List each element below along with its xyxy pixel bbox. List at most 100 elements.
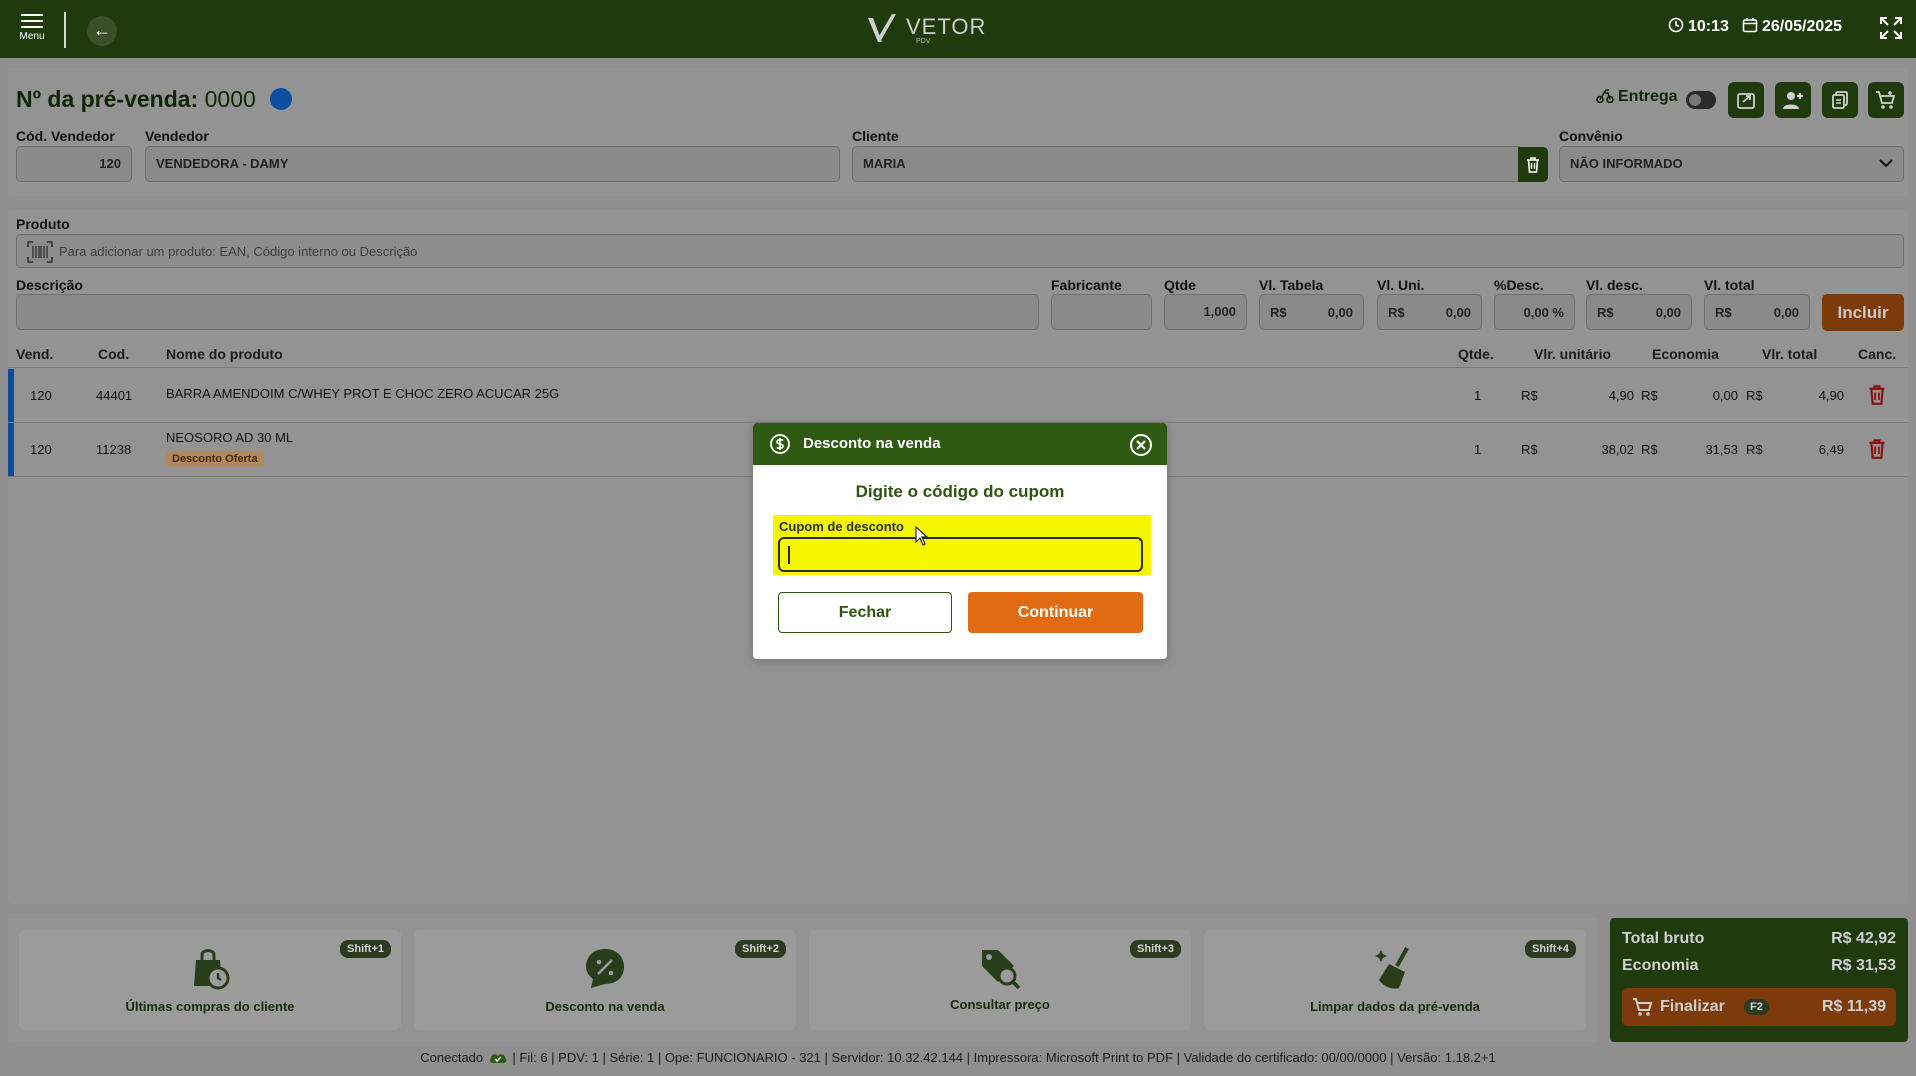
vl-desc-label: Vl. desc. xyxy=(1586,277,1643,293)
status-info: | Fil: 6 | PDV: 1 | Série: 1 | Ope: FUNC… xyxy=(512,1050,1496,1065)
status-bar: Conectado | Fil: 6 | PDV: 1 | Série: 1 |… xyxy=(0,1050,1916,1068)
row-marker xyxy=(8,423,14,476)
vendedor-field[interactable]: VENDEDORA - DAMY xyxy=(145,146,840,182)
hamburger-icon xyxy=(21,14,43,28)
totals-panel: Total bruto R$ 42,92 Economia R$ 31,53 F… xyxy=(1610,918,1908,1042)
cloud-connected-icon xyxy=(489,1051,507,1068)
convenio-select[interactable]: NÃO INFORMADO xyxy=(1559,146,1904,182)
close-icon[interactable] xyxy=(1129,433,1153,462)
clock-time: 10:13 xyxy=(1688,18,1729,35)
cell-nome: NEOSORO AD 30 ML xyxy=(166,430,294,445)
share-icon xyxy=(1737,93,1755,109)
convenio-value: NÃO INFORMADO xyxy=(1570,156,1683,171)
vl-uni-label: Vl. Uni. xyxy=(1377,277,1425,293)
delete-row-icon[interactable] xyxy=(1868,439,1886,464)
vl-uni-field[interactable]: R$ 0,00 xyxy=(1377,294,1482,330)
fabricante-label: Fabricante xyxy=(1051,277,1122,293)
copy-button[interactable] xyxy=(1822,82,1858,118)
col-cod: Cod. xyxy=(98,346,130,362)
economia-value: R$ 31,53 xyxy=(1831,957,1896,974)
cell-nome: BARRA AMENDOIM C/WHEY PROT E CHOC ZERO A… xyxy=(166,386,560,401)
cell-currency: R$ xyxy=(1521,442,1538,457)
continue-button[interactable]: Continuar xyxy=(968,592,1143,633)
product-search-placeholder: Para adicionar um produto: EAN, Código i… xyxy=(59,244,418,259)
product-search-input[interactable]: Para adicionar um produto: EAN, Código i… xyxy=(16,234,1904,268)
qtde-field[interactable]: 1,000 xyxy=(1164,294,1247,330)
clock-icon xyxy=(1668,17,1684,38)
currency-label: R$ xyxy=(1597,305,1614,320)
status-dot xyxy=(270,88,293,110)
vl-total-value: 0,00 xyxy=(1773,305,1799,320)
table-row[interactable]: 120 44401 BARRA AMENDOIM C/WHEY PROT E C… xyxy=(8,369,1908,423)
finalizar-shortcut: F2 xyxy=(1744,999,1769,1015)
shortcut-badge: Shift+2 xyxy=(735,940,786,958)
back-button[interactable]: ← xyxy=(87,16,117,46)
shortcut-badge: Shift+1 xyxy=(340,940,391,958)
add-user-button[interactable] xyxy=(1775,82,1811,118)
vl-tabela-field[interactable]: R$ 0,00 xyxy=(1259,294,1364,330)
row-marker xyxy=(8,369,14,422)
vl-desc-field[interactable]: R$ 0,00 xyxy=(1586,294,1692,330)
vl-desc-value: 0,00 xyxy=(1655,305,1681,320)
total-bruto-label: Total bruto xyxy=(1622,930,1705,947)
page-title-label: Nº da pré-venda: xyxy=(16,86,199,112)
cod-vendedor-field[interactable]: 120 xyxy=(16,146,132,182)
consultar-preco-button[interactable]: Shift+3 Consultar preço xyxy=(809,930,1191,1030)
currency-label: R$ xyxy=(1270,305,1287,320)
share-button[interactable] xyxy=(1728,82,1764,118)
cell-cod: 11238 xyxy=(96,442,132,457)
entrega-toggle[interactable] xyxy=(1686,91,1716,109)
col-economia: Economia xyxy=(1652,346,1719,362)
cell-economia: 31,53 xyxy=(1705,442,1738,457)
action-label: Consultar preço xyxy=(950,997,1050,1012)
cliente-field[interactable]: MARIA xyxy=(852,146,1520,182)
coupon-input[interactable] xyxy=(778,537,1143,572)
finalizar-button[interactable]: Finalizar F2 R$ 11,39 xyxy=(1622,988,1896,1026)
divider xyxy=(64,12,66,48)
economia-row: Economia R$ 31,53 xyxy=(1622,957,1896,975)
cell-cod: 44401 xyxy=(96,388,133,403)
fabricante-field[interactable] xyxy=(1051,294,1152,330)
menu-label: Menu xyxy=(19,31,45,42)
cell-currency: R$ xyxy=(1641,442,1658,457)
header-divider xyxy=(8,367,1908,368)
cell-vlr-unit: 4,90 xyxy=(1608,388,1634,403)
cell-vend: 120 xyxy=(30,388,52,403)
finalizar-label: Finalizar xyxy=(1660,998,1725,1015)
limpar-dados-button[interactable]: Shift+4 Limpar dados da pré-venda xyxy=(1204,930,1586,1030)
dialog-header: Desconto na venda xyxy=(753,423,1167,465)
price-tag-search-icon xyxy=(978,946,1022,995)
prevenda-number: 0000 xyxy=(204,86,256,112)
arrow-left-icon: ← xyxy=(93,20,111,40)
text-caret xyxy=(788,546,790,564)
col-vlr-total: Vlr. total xyxy=(1762,346,1818,362)
entrega-label: Entrega xyxy=(1596,88,1678,106)
currency-label: R$ xyxy=(1388,305,1405,320)
action-label: Últimas compras do cliente xyxy=(125,999,295,1014)
mouse-cursor-icon xyxy=(915,525,929,551)
desconto-venda-button[interactable]: Shift+2 Desconto na venda xyxy=(414,930,796,1030)
incluir-button[interactable]: Incluir xyxy=(1822,294,1904,331)
pct-desc-field[interactable]: 0,00 % xyxy=(1494,294,1575,330)
fullscreen-icon[interactable] xyxy=(1878,15,1904,41)
col-canc: Canc. xyxy=(1858,346,1897,362)
cell-vlr-unit: 38,02 xyxy=(1601,442,1634,457)
ultimas-compras-button[interactable]: Shift+1 Últimas compras do cliente xyxy=(19,930,401,1030)
total-bruto-value: R$ 42,92 xyxy=(1831,930,1896,947)
connection-status: Conectado xyxy=(420,1050,484,1065)
discount-tag: Desconto Oferta xyxy=(166,451,264,467)
vl-tabela-value: 0,00 xyxy=(1327,305,1353,320)
cart-add-button[interactable] xyxy=(1868,82,1904,118)
cell-currency: R$ xyxy=(1521,388,1538,403)
vl-total-field[interactable]: R$ 0,00 xyxy=(1704,294,1810,330)
descricao-field[interactable] xyxy=(16,294,1039,330)
logo-sub: PDV xyxy=(916,38,931,45)
delete-row-icon[interactable] xyxy=(1868,385,1886,410)
cell-currency: R$ xyxy=(1641,388,1658,403)
menu-button[interactable]: Menu xyxy=(10,10,54,50)
trash-icon xyxy=(1527,157,1539,173)
action-label: Limpar dados da pré-venda xyxy=(1310,999,1480,1014)
clear-client-button[interactable] xyxy=(1518,147,1548,182)
close-button[interactable]: Fechar xyxy=(778,592,952,633)
dialog-subtitle: Digite o código do cupom xyxy=(855,482,1065,501)
